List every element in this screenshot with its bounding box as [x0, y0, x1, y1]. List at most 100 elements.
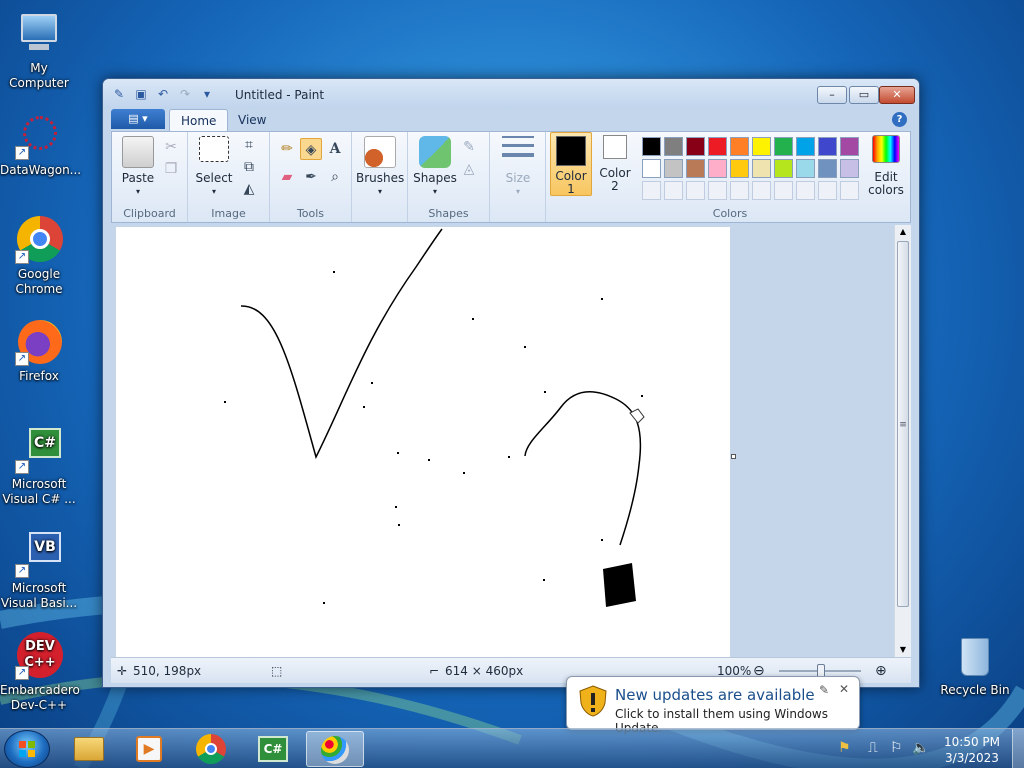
title-bar[interactable]: ✎ ▣ ↶ ↷ ▾ Untitled - Paint – ▭ ✕: [103, 79, 919, 109]
color1-button[interactable]: Color 1: [550, 132, 592, 196]
color-swatch[interactable]: [818, 181, 837, 200]
desktop-icon-my-computer[interactable]: My Computer: [0, 10, 78, 91]
desktop-icon-dev-cpp[interactable]: DEV C++ ↗ Embarcadero Dev-C++: [0, 632, 80, 713]
notification-close-icon[interactable]: ✕: [839, 682, 849, 696]
color-swatch[interactable]: [840, 137, 859, 156]
color-swatch[interactable]: [730, 159, 749, 178]
visual-csharp-icon: C#: [258, 736, 288, 762]
edit-colors-button[interactable]: Edit colors: [864, 135, 908, 197]
resize-icon[interactable]: ⧉: [238, 156, 260, 178]
pencil-icon[interactable]: ✏: [276, 138, 298, 160]
color-swatch[interactable]: [686, 181, 705, 200]
desktop-icon-recycle-bin[interactable]: Recycle Bin: [936, 632, 1014, 698]
color-swatch[interactable]: [642, 137, 661, 156]
help-icon[interactable]: ?: [892, 112, 907, 127]
minimize-button[interactable]: –: [817, 86, 847, 104]
eraser-icon[interactable]: ▰: [276, 166, 298, 188]
rotate-icon[interactable]: ◭: [238, 178, 260, 200]
color-swatch[interactable]: [664, 181, 683, 200]
select-button[interactable]: Select ▾: [194, 136, 234, 198]
close-button[interactable]: ✕: [879, 86, 915, 104]
show-desktop-button[interactable]: [1012, 729, 1024, 768]
color-swatch[interactable]: [708, 181, 727, 200]
rainbow-icon: [872, 135, 900, 163]
text-icon[interactable]: A: [324, 138, 346, 160]
color-swatch[interactable]: [664, 137, 683, 156]
scroll-up-icon[interactable]: ▲: [895, 225, 911, 239]
color-swatch[interactable]: [730, 137, 749, 156]
redo-icon[interactable]: ↷: [177, 86, 193, 102]
taskbar-paint[interactable]: [306, 731, 364, 767]
color-swatch[interactable]: [752, 159, 771, 178]
notification-options-icon[interactable]: ✎: [819, 683, 829, 697]
drawing-canvas[interactable]: [116, 227, 730, 657]
tab-view[interactable]: View: [227, 109, 277, 131]
desktop-icon-google-chrome[interactable]: ↗ Google Chrome: [0, 216, 78, 297]
copy-icon[interactable]: ❐: [160, 158, 182, 180]
cut-icon[interactable]: ✂: [160, 136, 182, 158]
paste-label: Paste: [121, 171, 155, 185]
customize-qat-icon[interactable]: ▾: [199, 86, 215, 102]
zoom-in-icon[interactable]: ⊕: [875, 658, 887, 684]
color-swatch[interactable]: [642, 159, 661, 178]
save-icon[interactable]: ▣: [133, 86, 149, 102]
vertical-scrollbar[interactable]: ▲ ≡ ▼: [894, 225, 911, 657]
color2-button[interactable]: Color 2: [594, 135, 636, 193]
color-swatch[interactable]: [686, 159, 705, 178]
color-swatch[interactable]: [752, 137, 771, 156]
color-swatch[interactable]: [730, 181, 749, 200]
brushes-button[interactable]: Brushes ▾: [356, 136, 404, 198]
taskbar-visual-csharp[interactable]: C#: [244, 731, 302, 767]
shapes-button-label: Shapes: [413, 171, 457, 185]
color-swatch[interactable]: [774, 181, 793, 200]
color-swatch[interactable]: [752, 181, 771, 200]
clock[interactable]: 10:50 PM 3/3/2023: [944, 734, 1000, 766]
color-swatch[interactable]: [840, 159, 859, 178]
fill-shape-icon[interactable]: ◬: [458, 158, 480, 180]
fill-icon[interactable]: ◈: [300, 138, 322, 160]
color-swatch[interactable]: [796, 137, 815, 156]
scroll-thumb[interactable]: ≡: [897, 241, 909, 607]
taskbar-chrome[interactable]: [182, 731, 240, 767]
desktop-icon-firefox[interactable]: ↗ Firefox: [0, 318, 78, 384]
color-swatch[interactable]: [774, 137, 793, 156]
color-swatch[interactable]: [642, 181, 661, 200]
color-swatch[interactable]: [796, 159, 815, 178]
color-swatch[interactable]: [818, 159, 837, 178]
update-notification[interactable]: New updates are available Click to insta…: [566, 676, 860, 735]
paint-app-icon[interactable]: ✎: [111, 86, 127, 102]
desktop-icon-visual-basic[interactable]: VB ↗ Microsoft Visual Basi...: [0, 530, 78, 611]
magnifier-icon[interactable]: ⌕: [324, 166, 346, 188]
color-swatch[interactable]: [774, 159, 793, 178]
brushes-label: Brushes: [356, 171, 405, 185]
color-swatch[interactable]: [796, 181, 815, 200]
color-swatch[interactable]: [840, 181, 859, 200]
volume-icon[interactable]: 🔈: [912, 740, 929, 756]
color-swatch[interactable]: [818, 137, 837, 156]
color-swatch[interactable]: [664, 159, 683, 178]
maximize-button[interactable]: ▭: [849, 86, 879, 104]
color-swatch[interactable]: [708, 137, 727, 156]
canvas-resize-handle[interactable]: [731, 454, 736, 459]
taskbar-media-player[interactable]: ▶: [120, 731, 178, 767]
tab-home[interactable]: Home: [169, 109, 229, 131]
outline-icon[interactable]: ✎: [458, 136, 480, 158]
group-label: Colors: [712, 207, 748, 220]
size-button[interactable]: Size ▾: [496, 136, 540, 198]
paste-button[interactable]: Paste ▾: [118, 136, 158, 198]
color-swatch[interactable]: [686, 137, 705, 156]
update-tray-icon[interactable]: ⚑: [838, 740, 851, 756]
undo-icon[interactable]: ↶: [155, 86, 171, 102]
desktop-icon-visual-csharp[interactable]: C# ↗ Microsoft Visual C# ...: [0, 426, 78, 507]
action-center-flag-icon[interactable]: ⚐: [890, 740, 903, 756]
color-swatch[interactable]: [708, 159, 727, 178]
scroll-down-icon[interactable]: ▼: [895, 643, 911, 657]
color-picker-icon[interactable]: ✒: [300, 166, 322, 188]
file-menu-button[interactable]: ▤ ▾: [111, 109, 165, 129]
taskbar-explorer[interactable]: [60, 731, 118, 767]
network-icon[interactable]: ⎍: [868, 740, 878, 756]
start-button[interactable]: [4, 730, 50, 768]
desktop-icon-datawagon[interactable]: ↗ DataWagon...: [0, 112, 81, 178]
shapes-button[interactable]: Shapes ▾: [412, 136, 458, 198]
crop-icon[interactable]: ⌗: [238, 134, 260, 156]
